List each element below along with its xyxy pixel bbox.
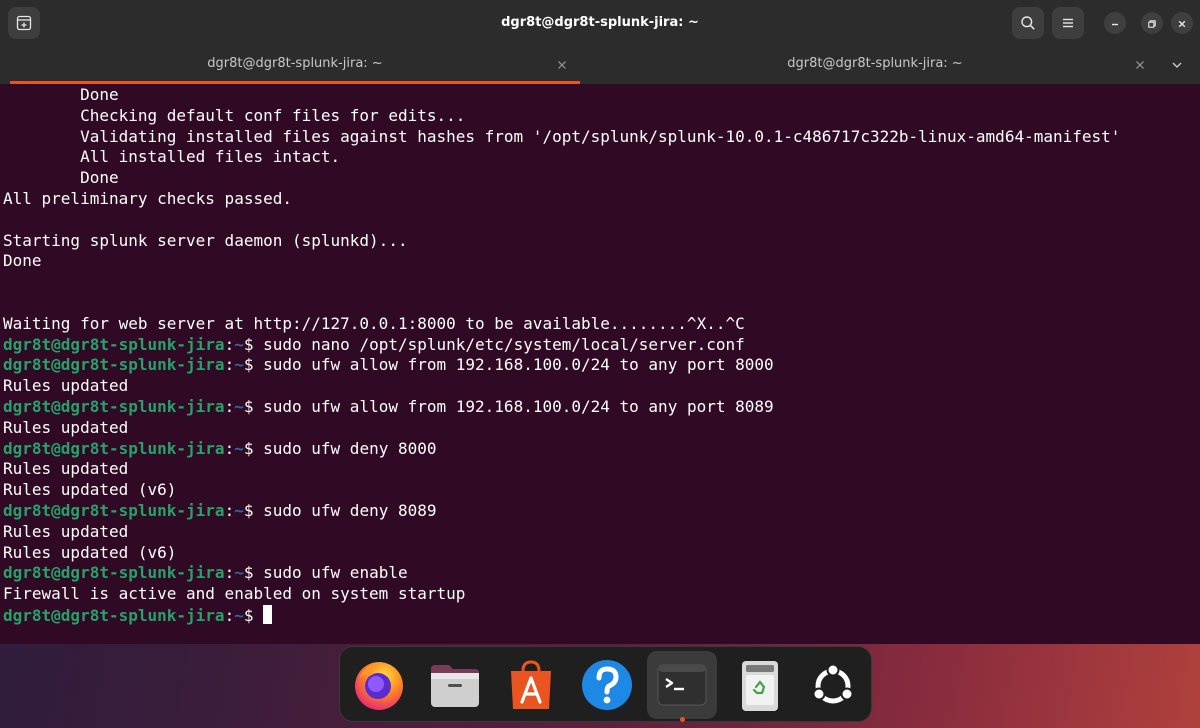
- prompt-user-host: dgr8t@dgr8t-splunk-jira: [3, 500, 225, 520]
- tab-list-dropdown[interactable]: [1166, 54, 1188, 76]
- tab-2[interactable]: dgr8t@dgr8t-splunk-jira: ~: [590, 46, 1160, 84]
- terminal-command-line: dgr8t@dgr8t-splunk-jira:~$ sudo ufw allo…: [3, 397, 1120, 418]
- terminal-output-line: All preliminary checks passed.: [3, 188, 292, 208]
- prompt-symbol: $: [243, 438, 264, 458]
- terminal-command-line: dgr8t@dgr8t-splunk-jira:~$ sudo ufw deny…: [3, 501, 1120, 522]
- terminal-output-line: Done: [3, 85, 119, 104]
- tab-close-button[interactable]: [553, 55, 571, 73]
- minimize-icon: [1110, 14, 1120, 33]
- terminal-window: dgr8t@dgr8t-splunk-jira: ~ dgr8t@dgr8t-s…: [0, 0, 1200, 644]
- prompt-colon: :: [224, 396, 235, 416]
- minimize-button[interactable]: [1104, 12, 1126, 34]
- prompt-colon: :: [224, 438, 235, 458]
- prompt-colon: :: [224, 563, 235, 583]
- terminal-output-line: Rules updated: [3, 417, 129, 437]
- dock-item-show-apps[interactable]: [798, 651, 868, 719]
- terminal-output-line: Validating installed files against hashe…: [3, 126, 1121, 146]
- terminal-output-line: [3, 293, 1120, 314]
- close-icon: [1135, 55, 1145, 74]
- dock-item-help[interactable]: [572, 651, 642, 719]
- terminal-output-line: Starting splunk server daemon (splunkd).…: [3, 230, 408, 250]
- command-text: sudo ufw deny 8000: [263, 438, 437, 458]
- menu-button[interactable]: [1052, 7, 1084, 39]
- close-window-button[interactable]: [1171, 12, 1193, 34]
- dock-item-terminal[interactable]: [647, 651, 717, 722]
- running-indicator: [680, 717, 685, 722]
- prompt-user-host: dgr8t@dgr8t-splunk-jira: [3, 563, 225, 583]
- command-text: sudo ufw deny 8089: [263, 500, 437, 520]
- close-icon: [557, 55, 567, 74]
- dock-item-files[interactable]: [420, 651, 490, 719]
- terminal-command-line: dgr8t@dgr8t-splunk-jira:~$ sudo ufw enab…: [3, 563, 1120, 584]
- prompt-user-host: dgr8t@dgr8t-splunk-jira: [3, 355, 225, 375]
- tab-1[interactable]: dgr8t@dgr8t-splunk-jira: ~: [0, 46, 590, 84]
- prompt-colon: :: [224, 605, 235, 625]
- prompt-path: ~: [234, 355, 244, 375]
- search-icon: [1020, 15, 1036, 31]
- terminal-output-line: Checking default conf files for edits...: [3, 105, 466, 125]
- hamburger-menu-icon: [1060, 15, 1076, 31]
- terminal-output-line: Rules updated: [3, 459, 129, 479]
- prompt-user-host: dgr8t@dgr8t-splunk-jira: [3, 396, 225, 416]
- terminal-lines: Done Checking default conf files for edi…: [3, 85, 1120, 626]
- prompt-path: ~: [234, 605, 244, 625]
- command-text: sudo nano /opt/splunk/etc/system/local/s…: [263, 334, 745, 354]
- close-icon: [1177, 14, 1187, 33]
- tab-bar: dgr8t@dgr8t-splunk-jira: ~ dgr8t@dgr8t-s…: [0, 46, 1200, 84]
- terminal-output-line: Rules updated: [3, 376, 129, 396]
- terminal-output-line: Rules updated (v6): [3, 542, 177, 562]
- prompt-symbol: $: [243, 500, 264, 520]
- maximize-icon: [1147, 14, 1157, 33]
- terminal-output-line: Done: [3, 251, 42, 271]
- prompt-path: ~: [234, 396, 244, 416]
- terminal-output-line: Waiting for web server at http://127.0.0…: [3, 313, 745, 333]
- prompt-symbol: $: [243, 396, 264, 416]
- prompt-symbol: $: [243, 334, 264, 354]
- prompt-path: ~: [234, 438, 244, 458]
- command-text: sudo ufw allow from 192.168.100.0/24 to …: [263, 355, 774, 375]
- prompt-user-host: dgr8t@dgr8t-splunk-jira: [3, 438, 225, 458]
- tab-label: dgr8t@dgr8t-splunk-jira: ~: [787, 56, 963, 71]
- prompt-colon: :: [224, 500, 235, 520]
- terminal-output-line: [3, 272, 1120, 293]
- terminal-output-line: Rules updated: [3, 521, 129, 541]
- dock-item-trash[interactable]: [725, 651, 795, 719]
- command-text: sudo ufw allow from 192.168.100.0/24 to …: [263, 396, 774, 416]
- terminal-command-line: dgr8t@dgr8t-splunk-jira:~$ sudo ufw allo…: [3, 355, 1120, 376]
- dock-item-app-center[interactable]: [496, 651, 566, 719]
- terminal-command-line: dgr8t@dgr8t-splunk-jira:~$ sudo nano /op…: [3, 335, 1120, 356]
- dock-item-firefox[interactable]: [344, 651, 414, 719]
- title-bar[interactable]: dgr8t@dgr8t-splunk-jira: ~: [0, 0, 1200, 46]
- text-cursor: [263, 604, 273, 624]
- tab-label: dgr8t@dgr8t-splunk-jira: ~: [207, 56, 383, 71]
- prompt-symbol: $: [243, 563, 264, 583]
- tab-close-button[interactable]: [1131, 55, 1149, 73]
- chevron-down-icon: [1171, 56, 1183, 75]
- terminal-output-line: Firewall is active and enabled on system…: [3, 584, 466, 604]
- prompt-colon: :: [224, 334, 235, 354]
- prompt-user-host: dgr8t@dgr8t-splunk-jira: [3, 605, 225, 625]
- terminal-output[interactable]: Done Checking default conf files for edi…: [0, 84, 1200, 644]
- terminal-output-line: Done: [3, 168, 119, 188]
- prompt-path: ~: [234, 500, 244, 520]
- prompt-path: ~: [234, 334, 244, 354]
- terminal-output-line: [3, 210, 1120, 231]
- search-button[interactable]: [1012, 7, 1044, 39]
- dock: [339, 646, 872, 722]
- prompt-colon: :: [224, 355, 235, 375]
- prompt-symbol: $: [243, 355, 264, 375]
- prompt-symbol: $: [243, 605, 264, 625]
- prompt-user-host: dgr8t@dgr8t-splunk-jira: [3, 334, 225, 354]
- terminal-command-line: dgr8t@dgr8t-splunk-jira:~$ sudo ufw deny…: [3, 439, 1120, 460]
- terminal-output-line: Rules updated (v6): [3, 480, 177, 500]
- command-text: sudo ufw enable: [263, 563, 408, 583]
- terminal-command-line: dgr8t@dgr8t-splunk-jira:~$: [3, 604, 1120, 626]
- prompt-path: ~: [234, 563, 244, 583]
- terminal-output-line: All installed files intact.: [3, 147, 341, 167]
- maximize-button[interactable]: [1141, 12, 1163, 34]
